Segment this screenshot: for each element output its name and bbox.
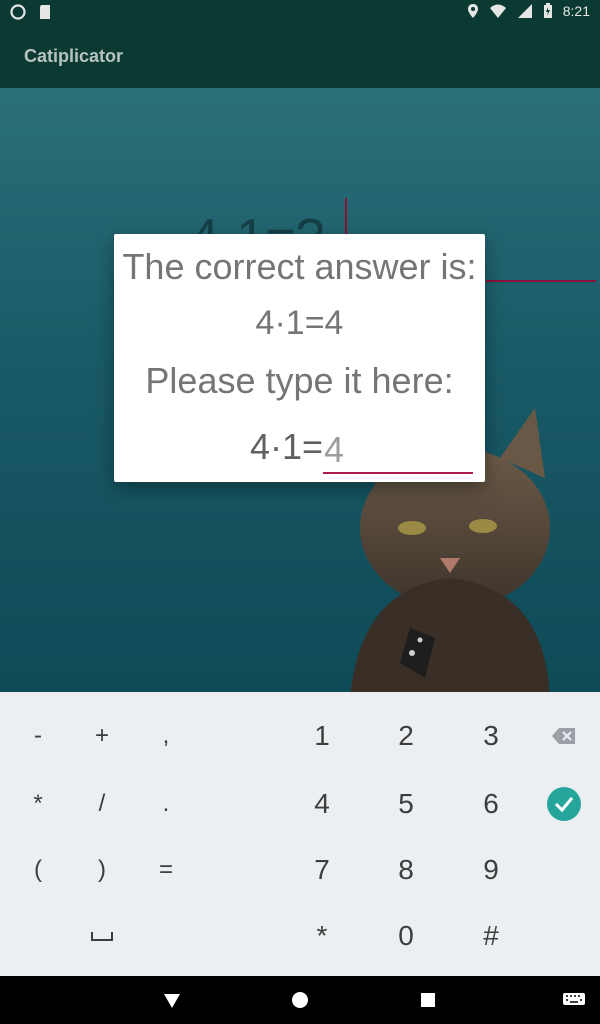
key-period[interactable]: . xyxy=(136,774,196,834)
status-left-icons xyxy=(10,4,52,20)
app-title: Catiplicator xyxy=(24,46,124,66)
key-2[interactable]: 2 xyxy=(376,706,436,766)
key-4[interactable]: 4 xyxy=(292,774,352,834)
space-key[interactable] xyxy=(72,906,132,966)
key-equals[interactable]: = xyxy=(136,840,196,900)
key-hash[interactable]: # xyxy=(461,906,521,966)
status-bar: 8:21 xyxy=(0,0,600,24)
sd-card-icon xyxy=(40,5,50,19)
status-right: 8:21 xyxy=(467,3,590,19)
key-slash[interactable]: / xyxy=(72,774,132,834)
battery-icon xyxy=(543,3,552,18)
dialog-line-instruction: Please type it here: xyxy=(145,360,454,401)
key-3[interactable]: 3 xyxy=(461,706,521,766)
keyboard-switch-icon[interactable] xyxy=(562,992,586,1008)
back-icon[interactable] xyxy=(162,990,182,1010)
backspace-icon xyxy=(552,728,575,744)
navigation-bar xyxy=(0,976,600,1024)
key-asterisk[interactable]: * xyxy=(8,774,68,834)
key-1[interactable]: 1 xyxy=(292,706,352,766)
wifi-icon xyxy=(489,4,506,18)
key-7[interactable]: 7 xyxy=(292,840,352,900)
sync-status-icon xyxy=(10,4,26,20)
key-open-paren[interactable]: ( xyxy=(8,840,68,900)
location-icon xyxy=(467,4,478,18)
key-5[interactable]: 5 xyxy=(376,774,436,834)
background-answer-underline xyxy=(486,280,596,282)
dialog-line-equation: 4·1=4 xyxy=(255,304,344,342)
key-8[interactable]: 8 xyxy=(376,840,436,900)
recents-icon[interactable] xyxy=(419,991,437,1009)
dialog-line-correct-answer: The correct answer is: xyxy=(122,246,477,287)
numeric-keyboard: - + , 1 2 3 * / . 4 5 6 ( ) = 7 8 9 * 0 … xyxy=(0,692,600,976)
key-6[interactable]: 6 xyxy=(461,774,521,834)
key-comma[interactable]: , xyxy=(136,706,196,766)
status-time: 8:21 xyxy=(562,3,590,19)
app-bar: Catiplicator xyxy=(0,24,600,88)
space-icon xyxy=(91,932,113,941)
key-0[interactable]: 0 xyxy=(376,906,436,966)
dialog-input-prefix: 4·1= xyxy=(250,426,324,467)
answer-dialog: The correct answer is: 4·1=4 Please type… xyxy=(114,234,485,482)
answer-input[interactable] xyxy=(322,424,476,476)
key-plus[interactable]: + xyxy=(72,706,132,766)
main-content: 4·1=? The correct answer is: 4·1=4 Pleas… xyxy=(0,88,600,698)
home-icon[interactable] xyxy=(290,990,310,1010)
key-9[interactable]: 9 xyxy=(461,840,521,900)
cell-signal-icon xyxy=(517,4,532,18)
backspace-key[interactable] xyxy=(534,706,594,766)
key-close-paren[interactable]: ) xyxy=(72,840,132,900)
key-minus[interactable]: - xyxy=(8,706,68,766)
answer-input-underline xyxy=(323,472,473,474)
key-star[interactable]: * xyxy=(292,906,352,966)
done-check-icon xyxy=(547,787,581,821)
done-key[interactable] xyxy=(534,774,594,834)
